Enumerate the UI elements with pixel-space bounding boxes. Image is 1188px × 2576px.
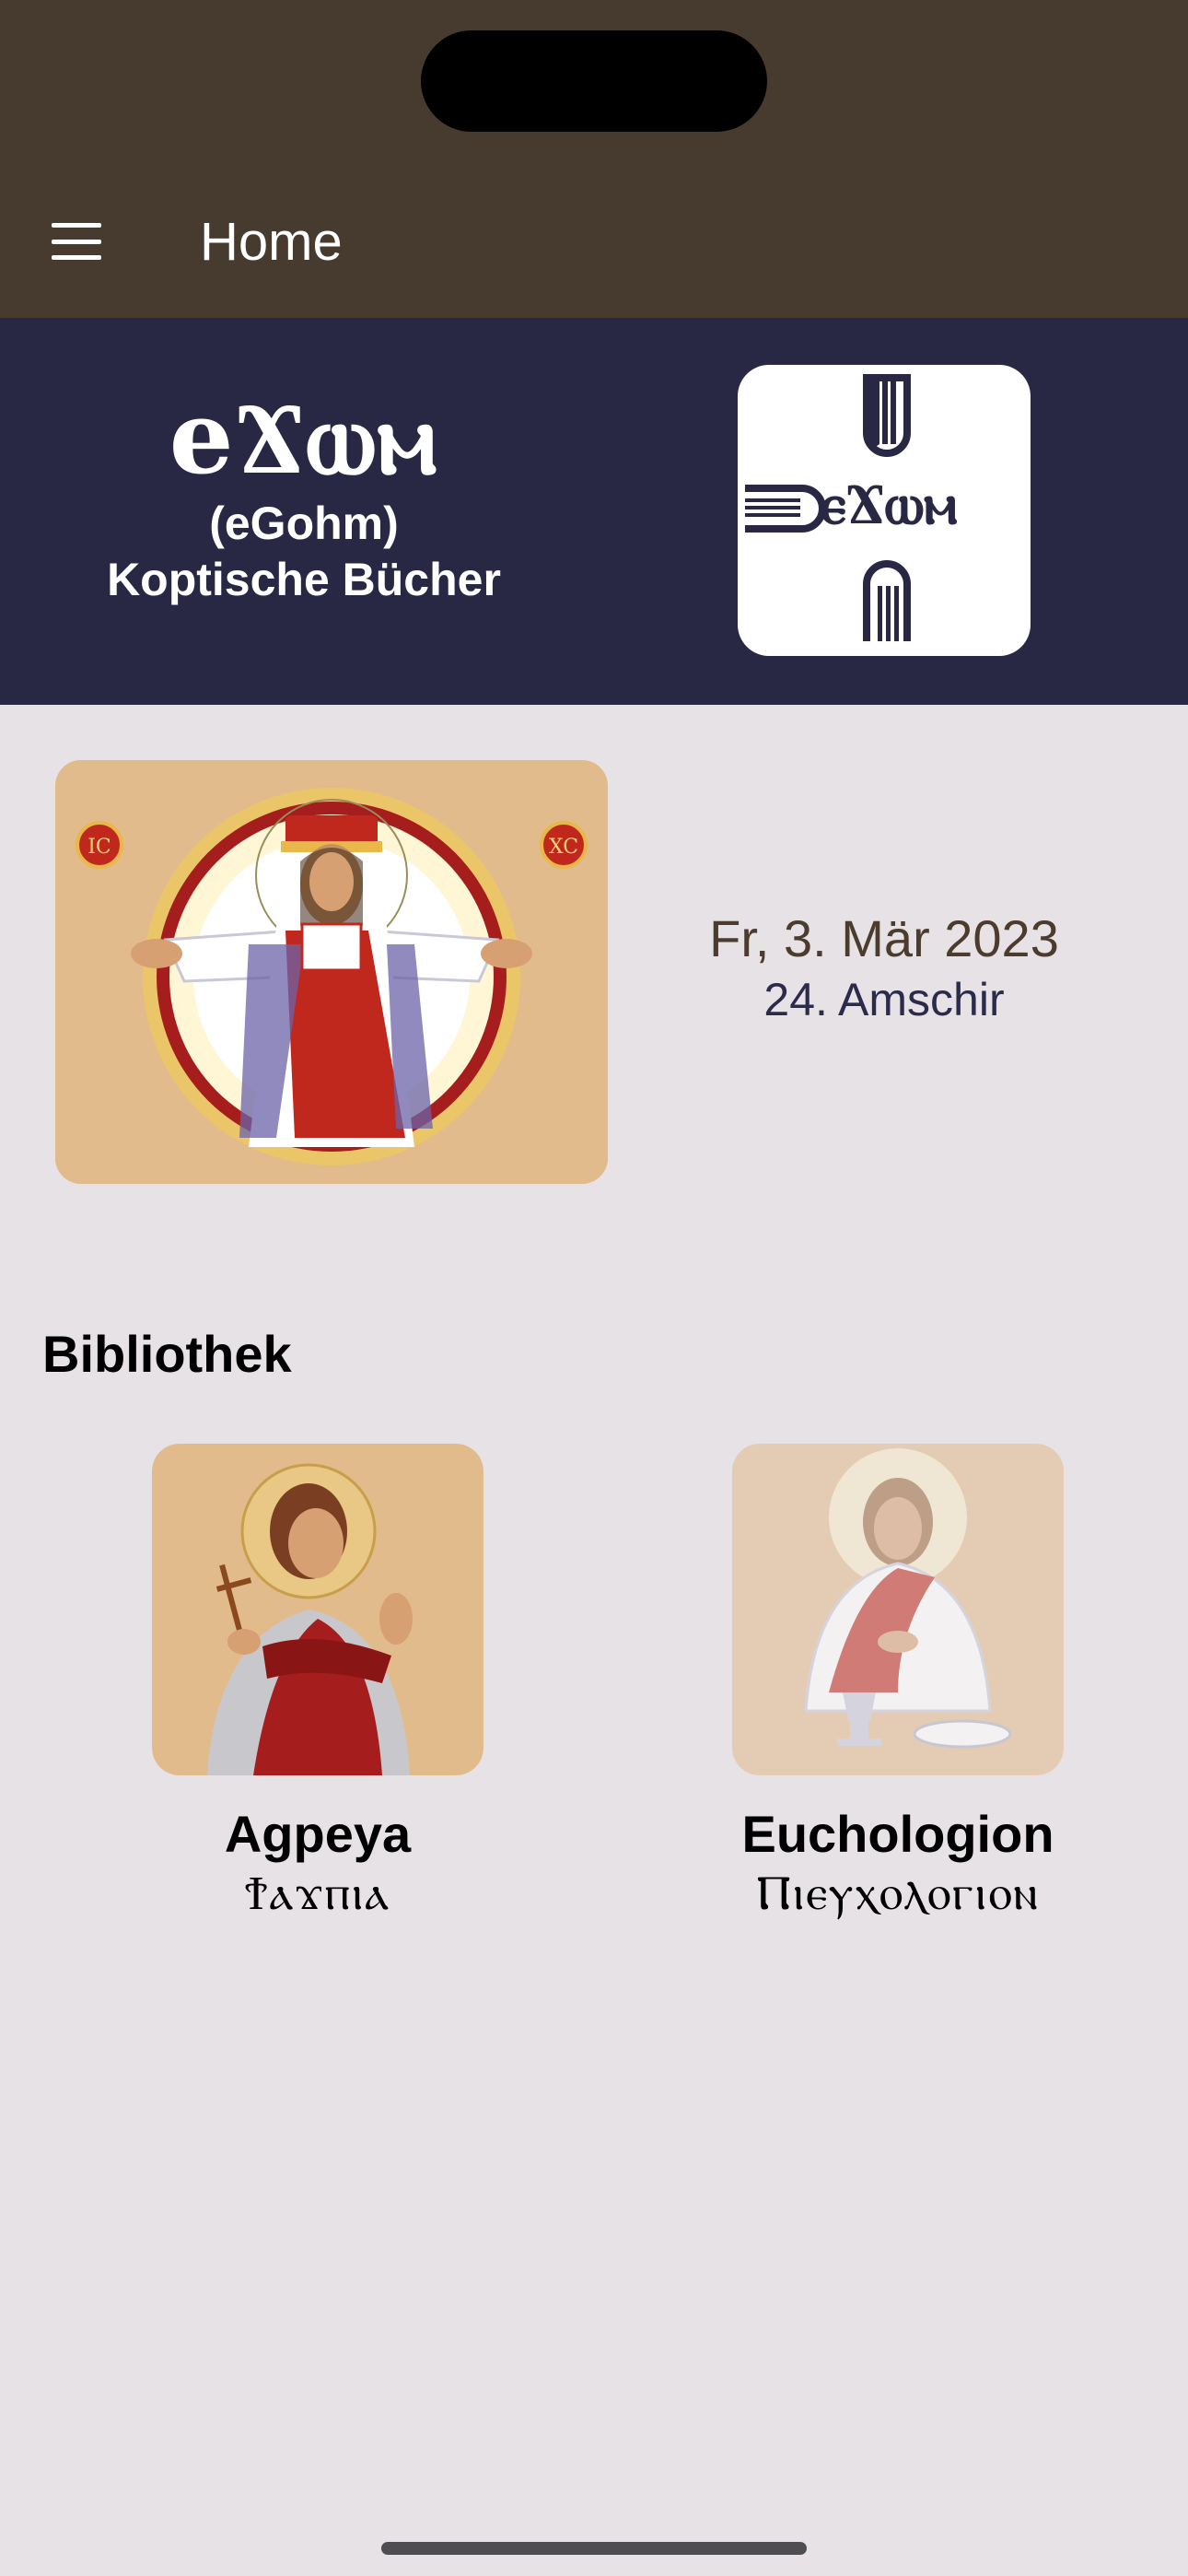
home-indicator[interactable]	[381, 2542, 807, 2555]
library-heading: Bibliothek	[42, 1325, 292, 1383]
page-title: Home	[200, 212, 343, 272]
hamburger-menu-icon[interactable]	[48, 217, 105, 265]
euchologion-cover-image[interactable]	[732, 1444, 1064, 1775]
svg-text:XC: XC	[549, 836, 578, 859]
date-block: Fr, 3. Mär 2023 24. Amschir	[645, 907, 1124, 1029]
brand-coptic-name: eϪⲱⲙ	[169, 378, 439, 497]
logo-text: ⲉϪⲱⲙ	[821, 470, 958, 537]
coptic-date: 24. Amschir	[763, 974, 1005, 1025]
app-bar: Home	[0, 0, 1188, 318]
brand-subtitle: Koptische Bücher	[107, 554, 501, 605]
svg-text:IC: IC	[87, 836, 111, 859]
book-coptic-title: Ϯⲁϫⲡⲓⲁ	[244, 1866, 391, 1921]
dynamic-island	[421, 30, 767, 132]
gregorian-date: Fr, 3. Mär 2023	[709, 909, 1059, 967]
daily-icon-image[interactable]: IC XC	[55, 760, 608, 1184]
app-logo: ⲉϪⲱⲙ	[738, 365, 1031, 656]
book-title: Euchologion	[741, 1805, 1054, 1863]
brand-latin-name: (eGohm)	[209, 498, 399, 549]
book-euchologion[interactable]: Euchologion Ⲡⲓⲉⲩⲭⲟⲗⲟⲅⲓⲟⲛ	[732, 1444, 1064, 1921]
book-coptic-title: Ⲡⲓⲉⲩⲭⲟⲗⲟⲅⲓⲟⲛ	[756, 1866, 1040, 1921]
brand-block: eϪⲱⲙ (eGohm) Koptische Bücher	[55, 387, 553, 608]
book-agpeya[interactable]: Agpeya Ϯⲁϫⲡⲓⲁ	[152, 1444, 483, 1921]
book-title: Agpeya	[224, 1805, 412, 1863]
agpeya-cover-image[interactable]	[152, 1444, 483, 1775]
